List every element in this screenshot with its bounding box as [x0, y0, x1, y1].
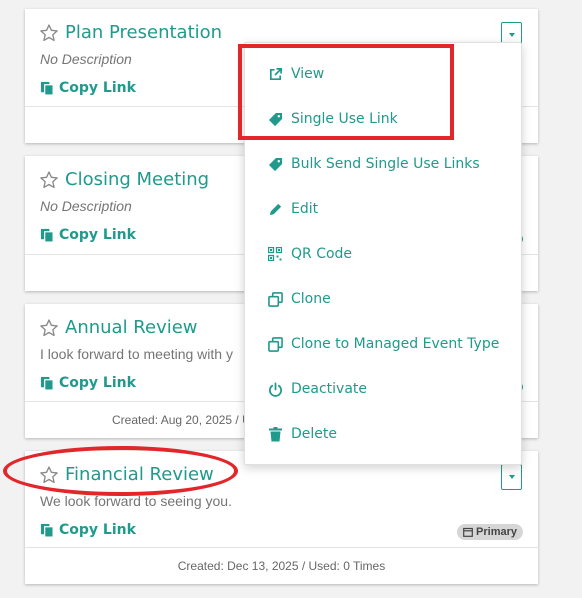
menu-item-label: View: [291, 66, 325, 82]
card-header: Financial Review: [39, 464, 214, 485]
badge-label: Primary: [476, 526, 517, 538]
pencil-icon: [267, 201, 283, 217]
card-title[interactable]: Plan Presentation: [65, 22, 222, 43]
copy-icon: [40, 228, 54, 243]
event-card-financial-review: Financial Review We look forward to seei…: [25, 451, 538, 584]
power-icon: [267, 381, 283, 397]
card-description: I look forward to meeting with y: [40, 346, 233, 362]
menu-item-clone[interactable]: Clone: [245, 281, 521, 317]
card-description: We look forward to seeing you.: [40, 493, 232, 509]
menu-item-label: Deactivate: [291, 381, 368, 397]
star-icon[interactable]: [39, 170, 59, 190]
clone-icon: [267, 291, 283, 307]
menu-item-delete[interactable]: Delete: [245, 416, 521, 452]
menu-item-qr-code[interactable]: QR Code: [245, 236, 521, 272]
menu-item-label: Clone: [291, 291, 331, 307]
caret-down-icon: [508, 475, 515, 479]
star-icon[interactable]: [39, 23, 59, 43]
qr-code-icon: [267, 246, 283, 262]
menu-item-view[interactable]: View: [245, 56, 521, 92]
copy-icon: [40, 81, 54, 96]
card-description: No Description: [40, 51, 132, 67]
card-header: Annual Review: [39, 317, 198, 338]
menu-item-deactivate[interactable]: Deactivate: [245, 371, 521, 407]
menu-item-bulk-send-single-use-links[interactable]: Bulk Send Single Use Links: [245, 146, 521, 182]
star-icon[interactable]: [39, 318, 59, 338]
menu-item-single-use-link[interactable]: Single Use Link: [245, 101, 521, 137]
calendar-icon: [463, 527, 473, 537]
copy-link-label: Copy Link: [59, 80, 136, 96]
copy-link-label: Copy Link: [59, 522, 136, 538]
card-title[interactable]: Annual Review: [65, 317, 198, 338]
menu-item-label: Edit: [291, 201, 319, 217]
card-header: Closing Meeting: [39, 169, 209, 190]
menu-item-edit[interactable]: Edit: [245, 191, 521, 227]
copy-link-button[interactable]: Copy Link: [40, 80, 136, 96]
menu-item-label: Single Use Link: [291, 111, 398, 127]
copy-link-button[interactable]: Copy Link: [40, 375, 136, 391]
copy-icon: [40, 523, 54, 538]
caret-down-icon: [508, 33, 515, 37]
tag-icon: [267, 111, 283, 127]
copy-link-label: Copy Link: [59, 375, 136, 391]
trash-icon: [267, 426, 283, 442]
tags-icon: [267, 156, 283, 172]
menu-item-label: Bulk Send Single Use Links: [291, 156, 480, 172]
card-title[interactable]: Closing Meeting: [65, 169, 209, 190]
menu-item-clone-to-managed-event-type[interactable]: Clone to Managed Event Type: [245, 326, 521, 362]
copy-link-button[interactable]: Copy Link: [40, 522, 136, 538]
event-actions-menu: View Single Use Link Bulk Send Single Us…: [244, 42, 522, 465]
clone-icon: [267, 336, 283, 352]
card-title[interactable]: Financial Review: [65, 464, 214, 485]
star-icon[interactable]: [39, 465, 59, 485]
menu-item-label: Delete: [291, 426, 337, 442]
menu-item-label: Clone to Managed Event Type: [291, 336, 500, 352]
card-description: No Description: [40, 198, 132, 214]
card-footer: Created: Dec 13, 2025 / Used: 0 Times: [25, 547, 538, 584]
primary-badge: Primary: [457, 524, 523, 540]
external-link-icon: [267, 66, 283, 82]
menu-item-label: QR Code: [291, 246, 353, 262]
copy-link-label: Copy Link: [59, 227, 136, 243]
copy-link-button[interactable]: Copy Link: [40, 227, 136, 243]
copy-icon: [40, 376, 54, 391]
card-dropdown-toggle[interactable]: [501, 464, 522, 490]
card-header: Plan Presentation: [39, 22, 222, 43]
